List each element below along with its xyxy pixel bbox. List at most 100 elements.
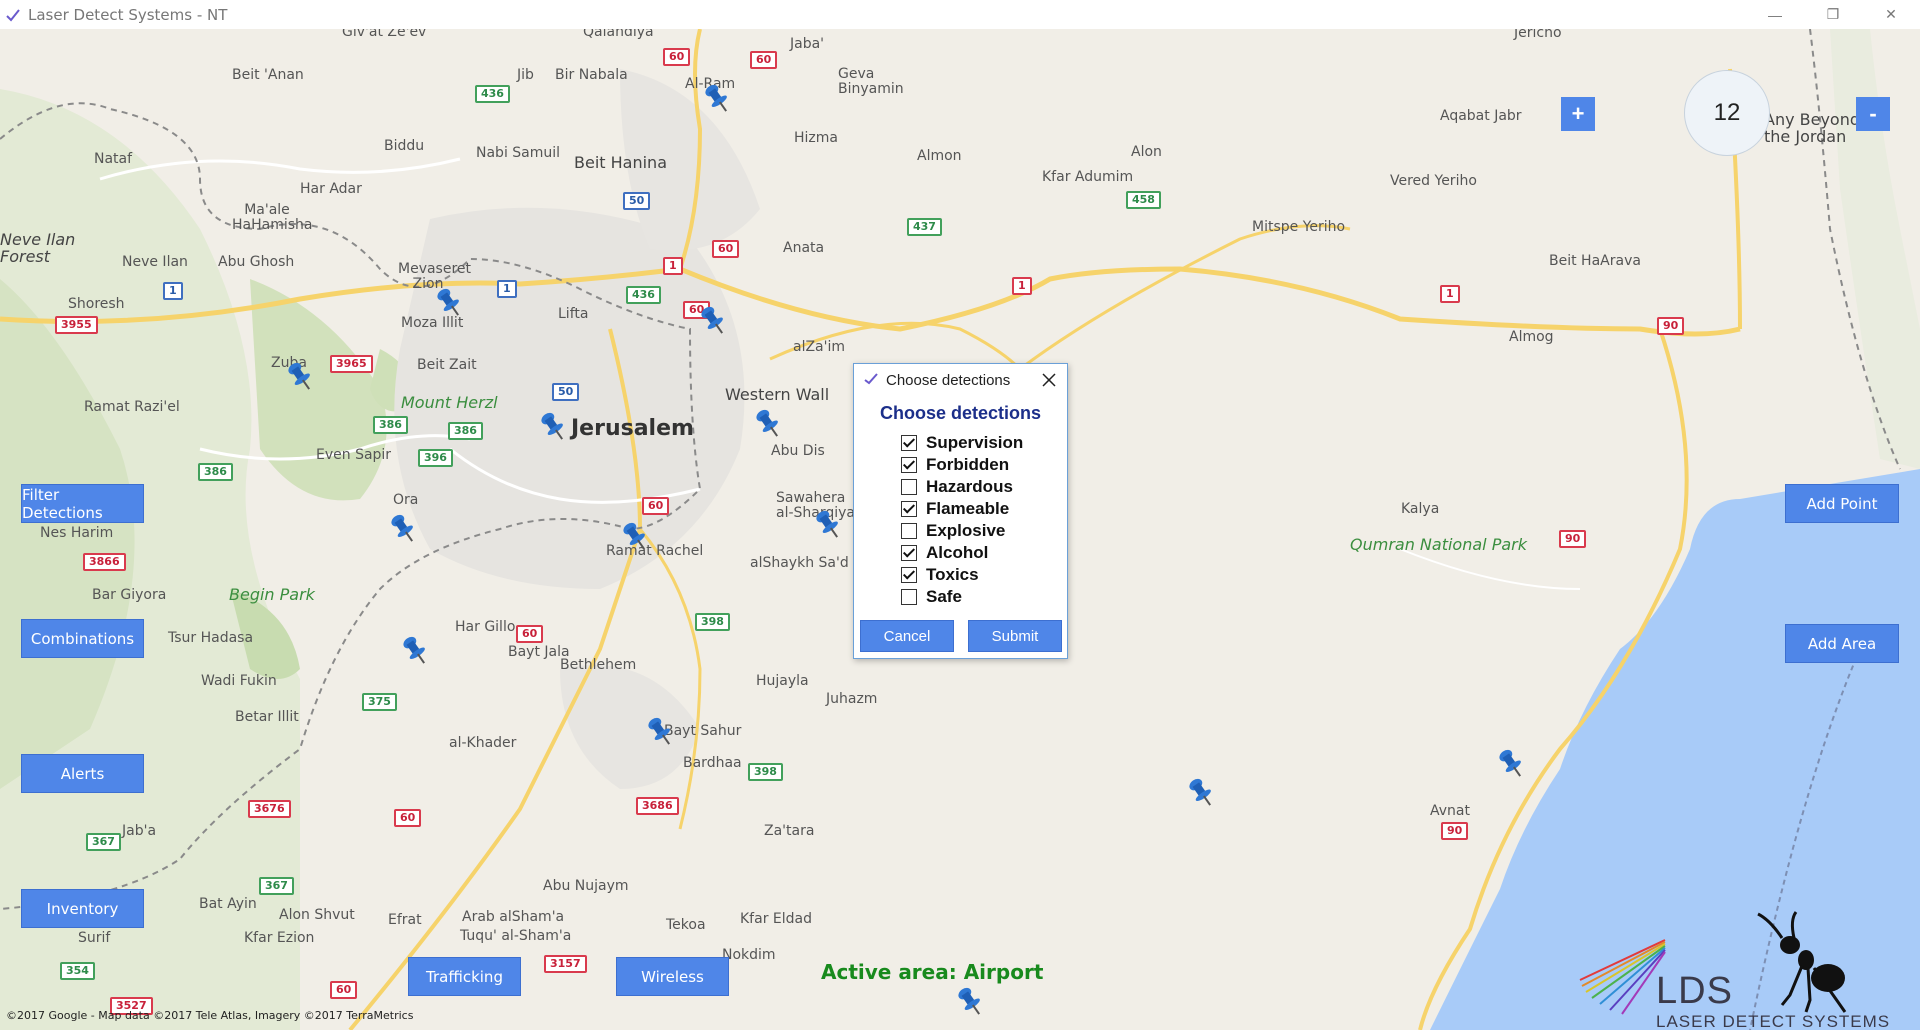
checkbox[interactable] [901, 523, 917, 539]
alerts-button[interactable]: Alerts [21, 754, 144, 793]
map-label: alShaykh Sa'd [750, 555, 849, 571]
detection-pin-icon[interactable] [620, 519, 650, 553]
road-shield: 1 [1440, 285, 1460, 303]
road-shield: 90 [1657, 317, 1685, 335]
close-window-button[interactable]: ✕ [1862, 0, 1920, 29]
detection-pin-icon[interactable] [698, 303, 728, 337]
option-label: Supervision [926, 433, 1024, 452]
map-label: Begin Park [229, 585, 315, 604]
map-label: Beit Hanina [574, 153, 667, 172]
map-label: Jericho [1514, 29, 1562, 41]
map-label: Shoresh [68, 296, 125, 312]
road-shield: 1 [163, 282, 183, 300]
submit-button[interactable]: Submit [968, 620, 1062, 652]
lds-logo: LDS LASER DETECT SYSTEMS [1570, 900, 1920, 1030]
detection-pin-icon[interactable] [955, 984, 985, 1018]
detection-pin-icon[interactable] [285, 359, 315, 393]
detection-pin-icon[interactable] [702, 81, 732, 115]
map-label: Bayt Sahur [664, 723, 742, 739]
map-label: Nataf [94, 151, 133, 167]
detection-pin-icon[interactable] [813, 507, 843, 541]
checkbox[interactable] [901, 589, 917, 605]
road-shield: 436 [475, 85, 510, 103]
filter-detections-button[interactable]: Filter Detections [21, 484, 144, 523]
detection-pin-icon[interactable] [1186, 775, 1216, 809]
wireless-button[interactable]: Wireless [616, 957, 729, 996]
map-label: Jaba' [790, 36, 825, 52]
map-label: Geva Binyamin [838, 66, 904, 97]
map-label: Kfar Eldad [740, 911, 812, 927]
road-shield: 1 [1012, 277, 1032, 295]
detection-pin-icon[interactable] [434, 285, 464, 319]
road-shield: 367 [86, 833, 121, 851]
detection-pin-icon[interactable] [645, 714, 675, 748]
road-shield: 458 [1126, 191, 1161, 209]
combinations-button[interactable]: Combinations [21, 619, 144, 658]
map-label: Jab'a [122, 823, 157, 839]
checkbox[interactable] [901, 435, 917, 451]
zoom-level-value: 12 [1713, 99, 1741, 126]
cancel-button[interactable]: Cancel [860, 620, 954, 652]
zoom-level-indicator: 12 [1684, 70, 1770, 156]
detection-option-supervision[interactable]: Supervision [901, 432, 1067, 454]
road-shield: 1 [663, 257, 683, 275]
option-label: Safe [926, 587, 962, 606]
map-label: Ora [393, 492, 419, 508]
add-point-button[interactable]: Add Point [1785, 484, 1899, 523]
minimize-button[interactable]: — [1746, 0, 1804, 29]
map-label: Almog [1509, 329, 1554, 345]
road-shield: 60 [642, 497, 670, 515]
map-label: Beit Zait [417, 357, 477, 373]
maximize-button[interactable]: ❐ [1804, 0, 1862, 29]
ant-logo-icon [1579, 911, 1847, 1015]
map-label: Ma'ale HaHamisha [232, 202, 313, 233]
checkbox[interactable] [901, 457, 917, 473]
zoom-out-button[interactable]: - [1856, 97, 1890, 131]
minus-icon: - [1869, 101, 1877, 126]
close-icon[interactable] [1041, 372, 1057, 388]
title-bar: Laser Detect Systems - NT — ❐ ✕ [0, 0, 1920, 29]
checkbox[interactable] [901, 567, 917, 583]
detection-pin-icon[interactable] [388, 511, 418, 545]
road-shield: 60 [516, 625, 544, 643]
checkbox[interactable] [901, 479, 917, 495]
road-shield: 60 [394, 809, 422, 827]
map-label: Bardhaa [683, 755, 742, 771]
detection-option-hazardous[interactable]: Hazardous [901, 476, 1067, 498]
logo-subtitle: LASER DETECT SYSTEMS [1656, 1012, 1891, 1030]
map-label: Nabi Samuil [476, 145, 561, 161]
map-label: Even Sapir [316, 447, 392, 463]
option-label: Explosive [926, 521, 1006, 540]
road-shield: 375 [362, 693, 397, 711]
option-label: Hazardous [926, 477, 1013, 496]
detection-pin-icon[interactable] [753, 406, 783, 440]
road-shield: 367 [259, 877, 294, 895]
detection-option-explosive[interactable]: Explosive [901, 520, 1067, 542]
checkbox[interactable] [901, 545, 917, 561]
detection-option-safe[interactable]: Safe [901, 586, 1067, 608]
map-label: Mount Herzl [401, 393, 498, 412]
app-logo-icon [6, 7, 22, 23]
detection-option-flameable[interactable]: Flameable [901, 498, 1067, 520]
inventory-button[interactable]: Inventory [21, 889, 144, 928]
option-label: Alcohol [926, 543, 989, 562]
add-area-button[interactable]: Add Area [1785, 624, 1899, 663]
detection-option-toxics[interactable]: Toxics [901, 564, 1067, 586]
detection-pin-icon[interactable] [1496, 746, 1526, 780]
detection-pin-icon[interactable] [538, 409, 568, 443]
detection-option-forbidden[interactable]: Forbidden [901, 454, 1067, 476]
map-label: Arab alSham'a [462, 909, 565, 925]
map-label: Bar Giyora [92, 587, 167, 603]
road-shield: 386 [448, 422, 483, 440]
road-shield: 436 [626, 286, 661, 304]
road-shield: 3866 [83, 553, 126, 571]
detection-pin-icon[interactable] [400, 633, 430, 667]
app-logo-icon [864, 372, 878, 389]
checkbox[interactable] [901, 501, 917, 517]
road-shield: 354 [60, 962, 95, 980]
map-label: Har Gillo [455, 619, 516, 635]
zoom-in-button[interactable]: + [1561, 97, 1595, 131]
map-label: Kfar Adumim [1042, 169, 1134, 185]
trafficking-button[interactable]: Trafficking [408, 957, 521, 996]
detection-option-alcohol[interactable]: Alcohol [901, 542, 1067, 564]
